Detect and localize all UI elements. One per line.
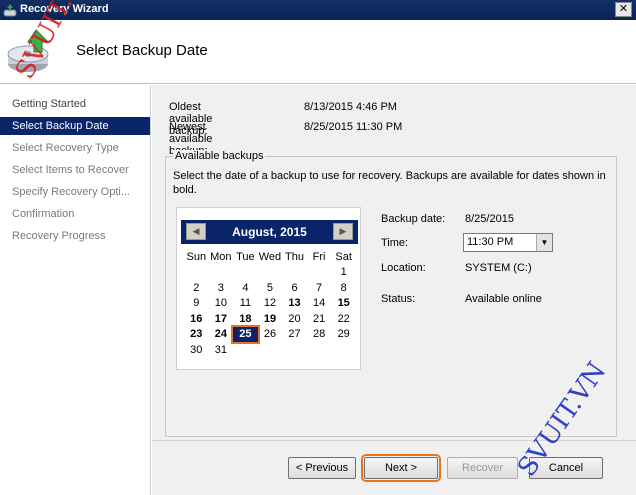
calendar-day: 20	[288, 312, 301, 325]
calendar-day: 30	[190, 343, 203, 356]
calendar-day: 7	[316, 281, 323, 294]
calendar-day: 31	[214, 343, 227, 356]
location-label: Location:	[381, 262, 426, 274]
calendar-day: 9	[193, 297, 200, 310]
calendar-week-row: 23 24 25 26 27 28 29	[184, 324, 356, 344]
calendar-empty-cell	[331, 342, 356, 358]
calendar-day: 6	[291, 281, 298, 294]
calendar-days: 1 2 3 4 5 6 7 8 9 10 11 12 13 14 15 16 17 18 19 20 21 22 23 24 2…	[184, 265, 356, 358]
backup-time-value: 11:30 PM	[467, 236, 514, 248]
backup-time-select[interactable]: 11:30 PM ▼	[463, 233, 553, 252]
calendar-day[interactable]: 19	[258, 311, 283, 327]
calendar-day[interactable]: 13	[282, 296, 307, 312]
calendar-empty-cell	[184, 265, 209, 281]
calendar-day: 26	[263, 328, 277, 341]
calendar-day: 21	[312, 312, 326, 325]
weekday-header: Fri	[312, 250, 326, 263]
weekday-header: Wed	[258, 250, 282, 263]
calendar-day: 5	[266, 281, 274, 294]
group-description: Select the date of a backup to use for r…	[173, 170, 606, 196]
calendar-month-label: August, 2015	[232, 225, 307, 239]
nav-step-confirmation: Confirmation	[12, 208, 75, 220]
close-button[interactable]: ✕	[615, 2, 632, 17]
weekday-header: Tue	[236, 250, 255, 263]
calendar-empty-cell	[282, 265, 307, 281]
location-row: Location: SYSTEM (C:)	[381, 262, 532, 274]
wizard-header: Select Backup Date	[0, 20, 636, 84]
recover-button: Recover	[447, 457, 518, 479]
location-value: SYSTEM (C:)	[465, 262, 532, 274]
next-button[interactable]: Next >	[361, 454, 441, 482]
backup-date-row: Backup date: 8/25/2015	[381, 213, 514, 225]
newest-backup-value: 8/25/2015 11:30 PM	[304, 121, 403, 133]
weekday-header: Thu	[285, 250, 305, 263]
calendar-day[interactable]: 17	[209, 311, 234, 327]
calendar-week-row: 1	[184, 265, 356, 281]
calendar-week-row: 2 3 4 5 6 7 8	[184, 280, 356, 296]
status-row: Status: Available online	[381, 293, 542, 305]
calendar-day: 29	[337, 328, 350, 341]
calendar-day: 3	[217, 281, 224, 294]
weekday-header: Sat	[335, 250, 352, 263]
weekday-header: Mon	[210, 250, 232, 263]
group-legend: Available backups	[173, 150, 266, 162]
calendar-empty-cell	[233, 342, 258, 358]
calendar-empty-cell	[209, 265, 234, 281]
calendar-header: ◀ August, 2015 ▶	[181, 220, 358, 244]
calendar-day: 27	[288, 328, 301, 341]
next-month-button[interactable]: ▶	[333, 223, 353, 240]
calendar-day[interactable]: 16	[184, 311, 209, 327]
wizard-steps-nav: Getting Started Select Backup Date Selec…	[0, 85, 151, 495]
backup-calendar: ◀ August, 2015 ▶ Sun Mon Tue Wed Thu Fri Sat 1…	[176, 207, 361, 370]
calendar-empty-cell	[258, 342, 283, 358]
calendar-day: 2	[193, 281, 200, 294]
nav-step-select-recovery-type: Select Recovery Type	[12, 142, 119, 154]
available-backups-group: Available backups Select the date of a b…	[165, 150, 617, 437]
nav-step-recovery-options: Specify Recovery Opti...	[12, 186, 130, 198]
backup-time-label: Time:	[381, 237, 409, 249]
calendar-day: 1	[340, 266, 347, 279]
oldest-backup-value: 8/13/2015 4:46 PM	[304, 101, 397, 113]
title-bar: Recovery Wizard ✕	[0, 0, 636, 20]
calendar-week-row: 30 31	[184, 342, 356, 358]
calendar-day: 10	[214, 297, 227, 310]
calendar-weekday-row: Sun Mon Tue Wed Thu Fri Sat	[184, 249, 356, 265]
backup-date-label: Backup date:	[381, 213, 446, 225]
calendar-week-row: 9 10 11 12 13 14 15	[184, 296, 356, 312]
calendar-day[interactable]: 25	[231, 324, 260, 344]
page-title: Select Backup Date	[76, 42, 208, 59]
calendar-day: 22	[337, 312, 350, 325]
calendar-empty-cell	[307, 265, 332, 281]
status-label: Status:	[381, 293, 416, 305]
calendar-day[interactable]: 15	[331, 296, 356, 312]
backup-time-row: Time: 11:30 PM ▼	[381, 233, 553, 252]
calendar-day[interactable]: 23	[184, 327, 209, 343]
calendar-day[interactable]: 18	[233, 311, 258, 327]
backup-date-value: 8/25/2015	[465, 213, 514, 225]
calendar-day: 14	[312, 297, 326, 310]
calendar-empty-cell	[233, 265, 258, 281]
calendar-grid: Sun Mon Tue Wed Thu Fri Sat 1 2 3 4 5 6 7 8 9 10 11 12 13 1…	[184, 249, 356, 358]
calendar-day[interactable]: 24	[209, 327, 234, 343]
calendar-empty-cell	[258, 265, 283, 281]
nav-step-getting-started[interactable]: Getting Started	[0, 95, 150, 113]
calendar-day: 12	[263, 297, 277, 310]
calendar-day: 11	[239, 297, 252, 310]
weekday-header: Sun	[186, 250, 207, 263]
recovery-wizard-app-icon	[3, 4, 17, 17]
nav-step-select-items: Select Items to Recover	[12, 164, 129, 176]
previous-button[interactable]: < Previous	[288, 457, 356, 479]
status-value: Available online	[465, 293, 542, 305]
calendar-empty-cell	[307, 342, 332, 358]
calendar-empty-cell	[282, 342, 307, 358]
previous-month-button[interactable]: ◀	[186, 223, 206, 240]
nav-step-select-backup-date[interactable]: Select Backup Date	[0, 117, 150, 135]
calendar-day: 8	[340, 281, 347, 294]
calendar-week-row: 16 17 18 19 20 21 22	[184, 311, 356, 327]
calendar-day: 4	[242, 281, 249, 294]
calendar-day: 28	[312, 328, 326, 341]
nav-step-recovery-progress: Recovery Progress	[12, 230, 106, 242]
chevron-down-icon[interactable]: ▼	[536, 234, 552, 251]
